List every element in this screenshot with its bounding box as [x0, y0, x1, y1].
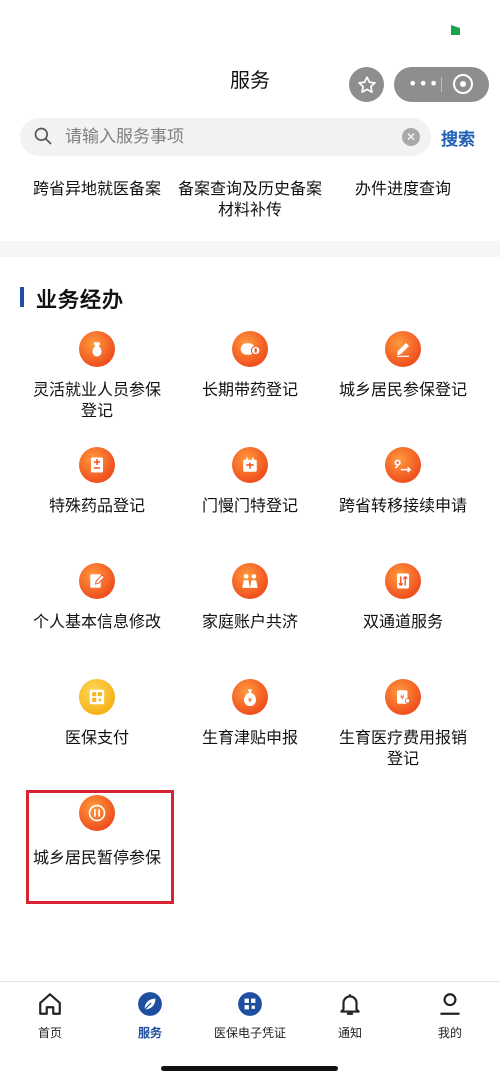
pencil-icon — [385, 331, 421, 367]
svg-text:¥: ¥ — [248, 696, 253, 704]
edit-document-icon — [79, 563, 115, 599]
qr-code-icon — [236, 990, 264, 1018]
miniprogram-capsule: ••• — [394, 67, 489, 102]
tab-label: 医保电子凭证 — [213, 1026, 286, 1040]
quick-link-cross-province-filing[interactable]: 跨省异地就医备案 — [22, 178, 172, 199]
calendar-icon — [232, 447, 268, 483]
tab-home[interactable]: 首页 — [0, 990, 100, 1041]
medicine-box-icon — [79, 447, 115, 483]
quick-link-progress-query[interactable]: 办件进度查询 — [328, 178, 478, 199]
route-icon — [385, 447, 421, 483]
service-special-drug-registration[interactable]: 特殊药品登记 — [22, 447, 172, 516]
service-maternity-allowance[interactable]: ¥ 生育津贴申报 — [175, 679, 325, 748]
tab-profile[interactable]: 我的 — [400, 990, 500, 1041]
clear-icon[interactable]: ✕ — [402, 128, 420, 146]
search-input[interactable] — [65, 125, 385, 149]
dual-arrow-icon — [385, 563, 421, 599]
service-label: 跨省转移接续申请 — [338, 496, 467, 515]
service-personal-info-edit[interactable]: 个人基本信息修改 — [22, 563, 172, 632]
service-long-term-medication[interactable]: 长期带药登记 — [175, 331, 325, 400]
section-title: 业务经办 — [36, 288, 124, 312]
svg-text:¥: ¥ — [400, 693, 405, 701]
tab-medical-insurance-code[interactable]: 医保电子凭证 — [200, 990, 300, 1041]
capsule-divider — [441, 77, 442, 92]
search-button[interactable]: 搜索 — [441, 125, 475, 150]
service-medical-insurance-payment[interactable]: 医保支付 — [22, 679, 172, 748]
star-icon — [357, 75, 376, 93]
service-label: 城乡居民参保登记 — [338, 380, 467, 399]
service-label: 门慢门特登记 — [201, 496, 298, 515]
tab-services[interactable]: 服务 — [100, 990, 200, 1041]
highlight-box — [26, 790, 174, 904]
quick-link-filing-query[interactable]: 备案查询及历史备案材料补传 — [175, 178, 325, 220]
status-indicator-icon — [451, 25, 460, 35]
search-icon — [34, 127, 52, 145]
tab-label: 首页 — [37, 1026, 62, 1040]
home-icon — [36, 990, 64, 1018]
more-icon[interactable]: ••• — [408, 76, 439, 92]
person-icon — [436, 990, 464, 1018]
close-miniprogram-icon[interactable] — [453, 74, 473, 94]
service-chronic-disease-registration[interactable]: 门慢门特登记 — [175, 447, 325, 516]
service-dual-channel[interactable]: 双通道服务 — [328, 563, 478, 632]
service-label: 家庭账户共济 — [201, 612, 298, 631]
service-label: 生育医疗费用报销登记 — [338, 728, 467, 768]
pill-icon — [232, 331, 268, 367]
section-accent-bar — [20, 287, 24, 307]
service-resident-enrollment[interactable]: 城乡居民参保登记 — [328, 331, 478, 400]
tab-label: 通知 — [337, 1026, 362, 1040]
family-icon — [232, 563, 268, 599]
qr-code-icon — [79, 679, 115, 715]
favorite-button[interactable] — [349, 67, 384, 102]
service-label: 灵活就业人员参保登记 — [32, 380, 161, 420]
home-indicator — [161, 1066, 338, 1071]
service-cross-province-transfer[interactable]: 跨省转移接续申请 — [328, 447, 478, 516]
bell-icon — [336, 990, 364, 1018]
service-label: 双通道服务 — [362, 612, 443, 631]
vase-icon — [79, 331, 115, 367]
money-bag-icon: ¥ — [232, 679, 268, 715]
receipt-icon: ¥ — [385, 679, 421, 715]
service-family-account-sharing[interactable]: 家庭账户共济 — [175, 563, 325, 632]
service-label: 特殊药品登记 — [48, 496, 145, 515]
service-label: 生育津贴申报 — [201, 728, 298, 747]
service-label: 医保支付 — [64, 728, 129, 747]
service-label: 长期带药登记 — [201, 380, 298, 399]
service-maternity-reimbursement[interactable]: ¥ 生育医疗费用报销登记 — [328, 679, 478, 769]
search-bar: ✕ — [20, 118, 431, 156]
tab-notifications[interactable]: 通知 — [300, 990, 400, 1041]
tab-label: 我的 — [437, 1026, 462, 1040]
leaf-icon — [136, 990, 164, 1018]
tab-label: 服务 — [137, 1026, 162, 1040]
service-flexible-employment-enrollment[interactable]: 灵活就业人员参保登记 — [22, 331, 172, 421]
section-divider — [0, 241, 500, 257]
service-label: 个人基本信息修改 — [32, 612, 161, 631]
